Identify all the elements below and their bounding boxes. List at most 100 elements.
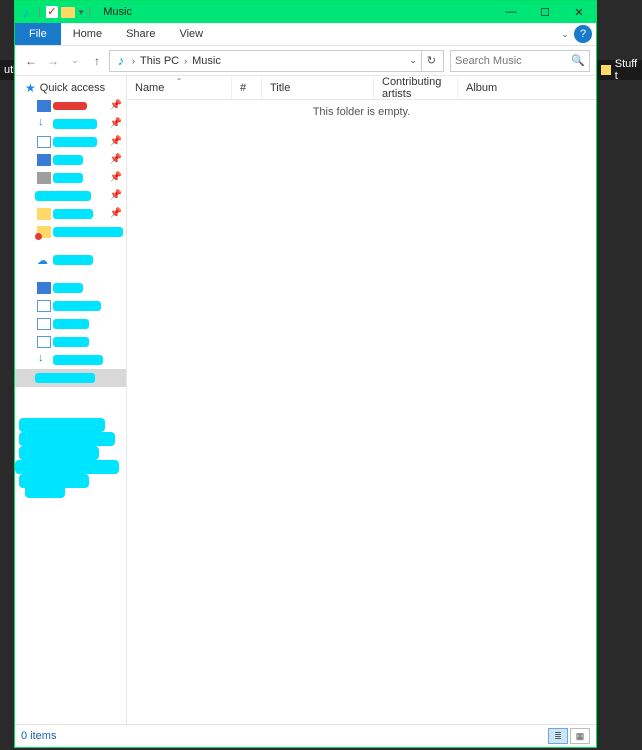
- new-folder-icon[interactable]: [61, 5, 75, 19]
- chevron-right-icon[interactable]: ›: [130, 56, 137, 66]
- redaction: [53, 155, 83, 165]
- search-placeholder: Search Music: [455, 55, 571, 67]
- details-view-button[interactable]: ≣: [548, 728, 568, 744]
- pin-icon: 📌: [110, 208, 122, 219]
- sidebar-item[interactable]: 📌: [15, 169, 126, 187]
- pictures-icon: [37, 154, 51, 166]
- window-controls: — ☐ ✕: [494, 1, 596, 23]
- quick-access-header[interactable]: ★ Quick access: [15, 79, 126, 97]
- folder-icon: [37, 226, 51, 238]
- redaction: [53, 102, 87, 110]
- divider: |: [88, 6, 91, 18]
- redaction: [53, 319, 89, 329]
- sidebar-item[interactable]: [15, 351, 126, 369]
- folder-icon: [37, 318, 51, 330]
- pin-icon: 📌: [110, 154, 122, 165]
- sidebar-item[interactable]: [15, 333, 126, 351]
- pin-icon: 📌: [110, 100, 122, 111]
- refresh-button[interactable]: ↻: [421, 51, 441, 71]
- qat-dropdown-icon[interactable]: ▾: [79, 7, 84, 18]
- tab-view[interactable]: View: [167, 23, 215, 45]
- window-title: Music: [103, 6, 132, 18]
- sidebar-item[interactable]: [15, 315, 126, 333]
- address-dropdown-icon[interactable]: ⌄: [405, 55, 421, 66]
- content-pane: Name ⌃ # Title Contributing artists Albu…: [127, 76, 596, 724]
- pin-icon: 📌: [110, 190, 122, 201]
- background-taskbar-left: utl: [0, 60, 15, 80]
- breadcrumb-this-pc[interactable]: This PC: [137, 55, 182, 67]
- search-icon[interactable]: 🔍: [571, 54, 585, 67]
- redaction: [53, 209, 93, 219]
- drive-icon: [37, 172, 51, 184]
- thumbnails-view-button[interactable]: ▦: [570, 728, 590, 744]
- sidebar-item[interactable]: 📌: [15, 187, 126, 205]
- sidebar-item[interactable]: 📌: [15, 115, 126, 133]
- ribbon-collapse-icon[interactable]: ⌄: [556, 23, 574, 45]
- main-area: ★ Quick access 📌 📌 📌 📌 📌 📌 📌 ☁: [15, 76, 596, 725]
- address-bar[interactable]: ♪ › This PC › Music ⌄ ↻: [109, 50, 444, 72]
- tab-share[interactable]: Share: [114, 23, 167, 45]
- redaction: [15, 460, 119, 474]
- star-icon: ★: [25, 81, 36, 95]
- navigation-bar: ← → ⌄ ↑ ♪ › This PC › Music ⌄ ↻ Search M…: [15, 46, 596, 76]
- pin-icon: 📌: [110, 172, 122, 183]
- column-number[interactable]: #: [232, 76, 262, 99]
- properties-icon[interactable]: ✓: [46, 6, 58, 18]
- redaction: [25, 484, 65, 498]
- title-bar[interactable]: ♪ | ✓ ▾ | Music — ☐ ✕: [15, 1, 596, 23]
- redaction: [19, 418, 105, 432]
- column-headers: Name ⌃ # Title Contributing artists Albu…: [127, 76, 596, 100]
- divider: |: [38, 6, 41, 18]
- folder-icon: [37, 300, 51, 312]
- desktop-icon: [37, 100, 51, 112]
- music-icon: ♪: [114, 54, 128, 68]
- sidebar-item[interactable]: 📌: [15, 151, 126, 169]
- onedrive-icon: ☁: [37, 254, 51, 266]
- back-button[interactable]: ←: [21, 50, 41, 72]
- help-icon[interactable]: ?: [574, 25, 592, 43]
- forward-button[interactable]: →: [43, 50, 63, 72]
- documents-icon: [37, 136, 51, 148]
- tab-home[interactable]: Home: [61, 23, 114, 45]
- breadcrumb-music[interactable]: Music: [189, 55, 224, 67]
- redaction: [53, 255, 93, 265]
- redaction: [53, 137, 97, 147]
- sidebar-item[interactable]: 📌: [15, 205, 126, 223]
- empty-folder-message: This folder is empty.: [127, 100, 596, 118]
- navigation-pane[interactable]: ★ Quick access 📌 📌 📌 📌 📌 📌 📌 ☁: [15, 76, 127, 724]
- redaction: [53, 119, 97, 129]
- column-album[interactable]: Album: [458, 76, 596, 99]
- downloads-icon: [37, 354, 51, 366]
- maximize-button[interactable]: ☐: [528, 1, 562, 23]
- chevron-right-icon[interactable]: ›: [182, 56, 189, 66]
- sidebar-item[interactable]: 📌: [15, 97, 126, 115]
- search-box[interactable]: Search Music 🔍: [450, 50, 590, 72]
- sort-ascending-icon: ⌃: [176, 77, 183, 86]
- column-name[interactable]: Name ⌃: [127, 76, 232, 99]
- sidebar-item[interactable]: [15, 223, 126, 241]
- ribbon-tabs: File Home Share View ⌄ ?: [15, 23, 596, 46]
- recent-dropdown-icon[interactable]: ⌄: [65, 50, 85, 72]
- sidebar-item-selected[interactable]: [15, 369, 126, 387]
- sidebar-item-onedrive[interactable]: ☁: [15, 251, 126, 269]
- redaction: [35, 373, 95, 383]
- sidebar-item-this-pc[interactable]: [15, 279, 126, 297]
- column-title[interactable]: Title: [262, 76, 374, 99]
- pin-icon: 📌: [110, 118, 122, 129]
- close-button[interactable]: ✕: [562, 1, 596, 23]
- status-bar: 0 items ≣ ▦: [15, 725, 596, 747]
- redaction: [53, 355, 103, 365]
- sidebar-item[interactable]: 📌: [15, 133, 126, 151]
- sidebar-item[interactable]: [15, 297, 126, 315]
- redaction: [19, 446, 99, 460]
- quick-access-toolbar: ♪ | ✓ ▾ |: [15, 5, 97, 19]
- pin-icon: 📌: [110, 136, 122, 147]
- redaction: [35, 191, 91, 201]
- music-icon: ♪: [19, 5, 33, 19]
- minimize-button[interactable]: —: [494, 1, 528, 23]
- redaction: [53, 301, 101, 311]
- folder-icon: [37, 208, 51, 220]
- column-contributing-artists[interactable]: Contributing artists: [374, 76, 458, 99]
- file-tab[interactable]: File: [15, 23, 61, 45]
- up-button[interactable]: ↑: [87, 50, 107, 72]
